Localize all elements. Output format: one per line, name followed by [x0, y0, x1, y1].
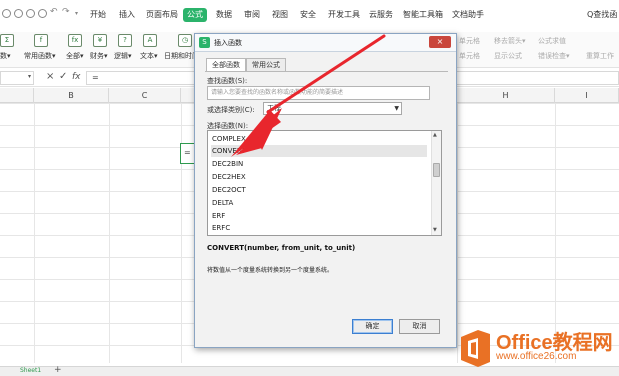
office26-watermark: Office教程网 www.office26.com	[456, 326, 616, 374]
watermark-url: www.office26.com	[496, 351, 577, 362]
office-logo-icon	[461, 330, 490, 367]
annotation-arrow	[231, 34, 386, 157]
